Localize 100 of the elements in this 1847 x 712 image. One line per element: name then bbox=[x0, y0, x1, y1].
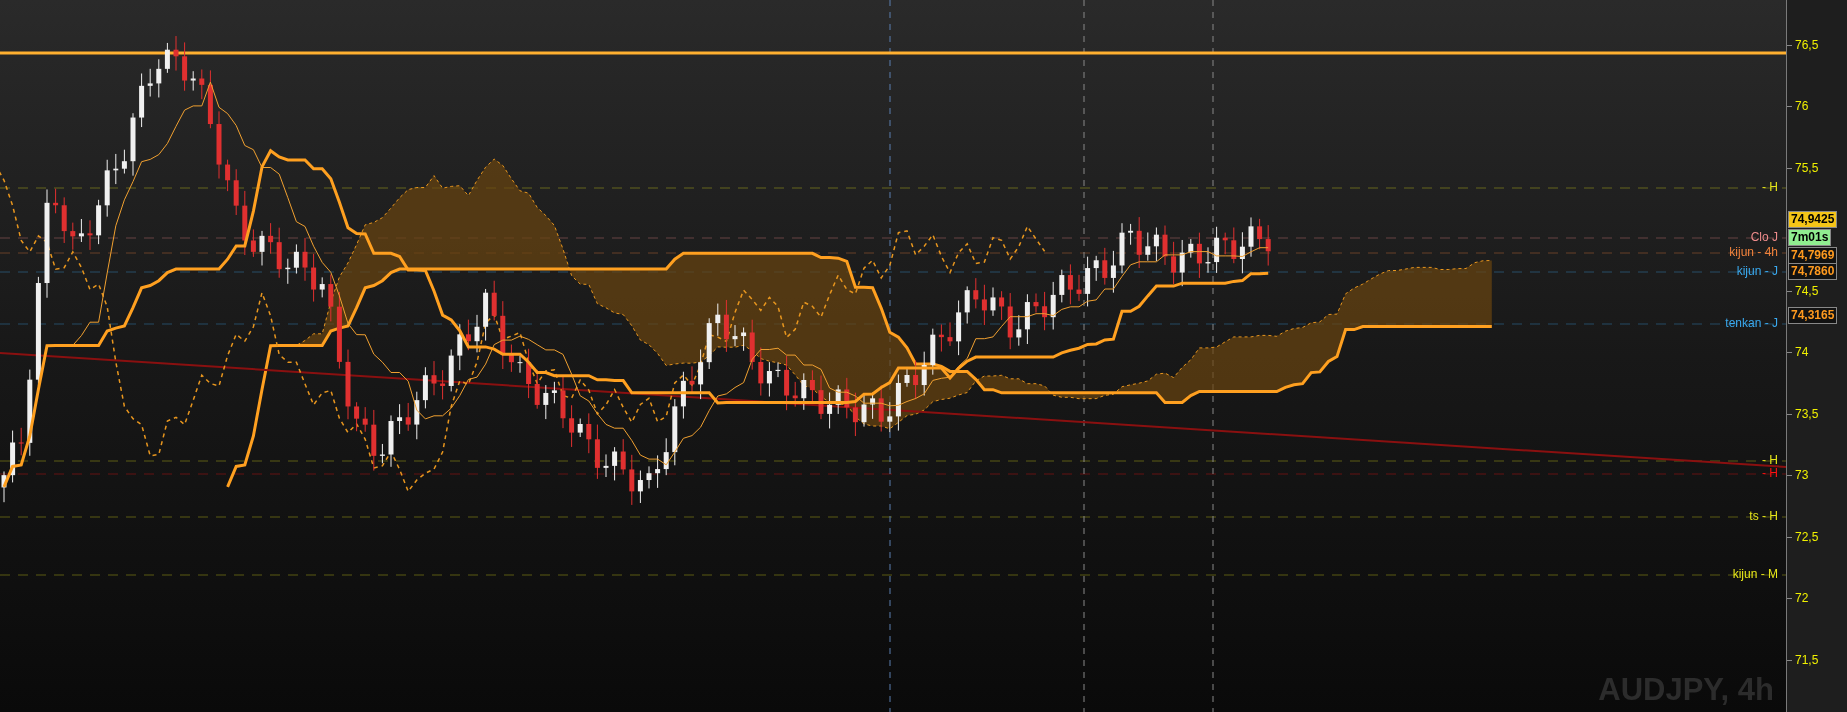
candle bbox=[526, 348, 532, 399]
candle bbox=[259, 230, 265, 266]
candle bbox=[354, 401, 360, 432]
candle bbox=[465, 319, 471, 351]
candle bbox=[1153, 227, 1159, 262]
candle bbox=[319, 276, 325, 298]
candle bbox=[1214, 226, 1220, 274]
candle bbox=[784, 355, 790, 411]
candle bbox=[1248, 216, 1254, 258]
candle bbox=[225, 159, 231, 192]
candle bbox=[10, 430, 16, 483]
candle bbox=[1059, 269, 1065, 303]
candle bbox=[620, 438, 626, 476]
candle bbox=[818, 375, 824, 420]
price-tag: 7m01s bbox=[1788, 229, 1832, 246]
candle bbox=[956, 300, 962, 356]
candle bbox=[663, 437, 669, 476]
candle bbox=[87, 219, 93, 251]
candle bbox=[938, 324, 944, 353]
candle bbox=[457, 323, 463, 371]
candle bbox=[973, 277, 979, 309]
candle bbox=[1033, 292, 1039, 313]
price-tag: 74,3165 bbox=[1788, 307, 1838, 324]
candle bbox=[551, 381, 557, 404]
candle bbox=[646, 465, 652, 489]
candle bbox=[698, 349, 704, 400]
candle bbox=[1145, 231, 1151, 262]
candle bbox=[18, 427, 24, 456]
candle bbox=[96, 199, 102, 245]
axis-label: 74,5 bbox=[1787, 283, 1819, 299]
candle bbox=[242, 190, 248, 256]
candle bbox=[1257, 218, 1263, 250]
axis-label: 73 bbox=[1787, 467, 1809, 483]
candle bbox=[534, 369, 540, 410]
line-label: kijun - J bbox=[1736, 263, 1778, 279]
line-label: ts - H bbox=[1749, 508, 1778, 524]
candle bbox=[861, 393, 867, 428]
line-label: Clo J bbox=[1750, 229, 1778, 245]
candle bbox=[422, 366, 428, 409]
candle bbox=[672, 398, 678, 466]
candle bbox=[775, 361, 781, 378]
candle bbox=[1016, 314, 1022, 347]
candle bbox=[371, 409, 377, 472]
candle bbox=[792, 381, 798, 408]
candle bbox=[569, 404, 575, 448]
candle bbox=[268, 222, 274, 255]
candle bbox=[190, 70, 196, 92]
candle bbox=[139, 73, 145, 128]
candle bbox=[483, 288, 489, 342]
candle bbox=[689, 365, 695, 393]
candle bbox=[1188, 238, 1194, 259]
candle bbox=[878, 384, 884, 433]
candle bbox=[233, 168, 239, 216]
candle bbox=[440, 369, 446, 400]
candle bbox=[250, 228, 256, 258]
candle bbox=[895, 374, 901, 432]
candle bbox=[680, 371, 686, 420]
candle bbox=[1093, 255, 1099, 282]
candle bbox=[1119, 222, 1125, 274]
candle bbox=[655, 454, 661, 489]
candle bbox=[732, 324, 738, 347]
candle bbox=[594, 424, 600, 480]
candle bbox=[302, 237, 308, 282]
candle bbox=[870, 392, 876, 420]
candle bbox=[1050, 281, 1056, 330]
candle bbox=[827, 392, 833, 429]
candle bbox=[1007, 292, 1013, 350]
candle bbox=[1128, 223, 1134, 246]
line-label: kijun - 4h bbox=[1729, 244, 1778, 260]
candle bbox=[1162, 225, 1168, 266]
candle bbox=[78, 218, 84, 243]
candle bbox=[328, 273, 334, 322]
axis-label: 76,5 bbox=[1787, 37, 1819, 53]
candle bbox=[766, 361, 772, 398]
candle bbox=[1205, 246, 1211, 274]
candle bbox=[999, 290, 1005, 321]
candle bbox=[1231, 227, 1237, 264]
candle bbox=[147, 68, 153, 98]
candle bbox=[1102, 247, 1108, 286]
candle bbox=[379, 443, 385, 464]
candle bbox=[1239, 231, 1245, 274]
candle bbox=[1, 470, 7, 503]
candle bbox=[517, 355, 523, 374]
candle bbox=[921, 351, 927, 397]
candle bbox=[741, 326, 747, 352]
candle bbox=[706, 317, 712, 370]
candle bbox=[543, 384, 549, 420]
candle bbox=[964, 285, 970, 325]
candle bbox=[285, 258, 291, 285]
candle bbox=[474, 314, 480, 353]
candle bbox=[1076, 274, 1082, 302]
line-label: - H bbox=[1762, 465, 1778, 481]
candle bbox=[629, 454, 635, 506]
candle bbox=[345, 349, 351, 420]
candle bbox=[637, 470, 643, 504]
candle bbox=[500, 300, 506, 370]
candle bbox=[1085, 256, 1091, 307]
candle bbox=[1196, 232, 1202, 279]
candle bbox=[560, 375, 566, 429]
candle bbox=[835, 384, 841, 415]
